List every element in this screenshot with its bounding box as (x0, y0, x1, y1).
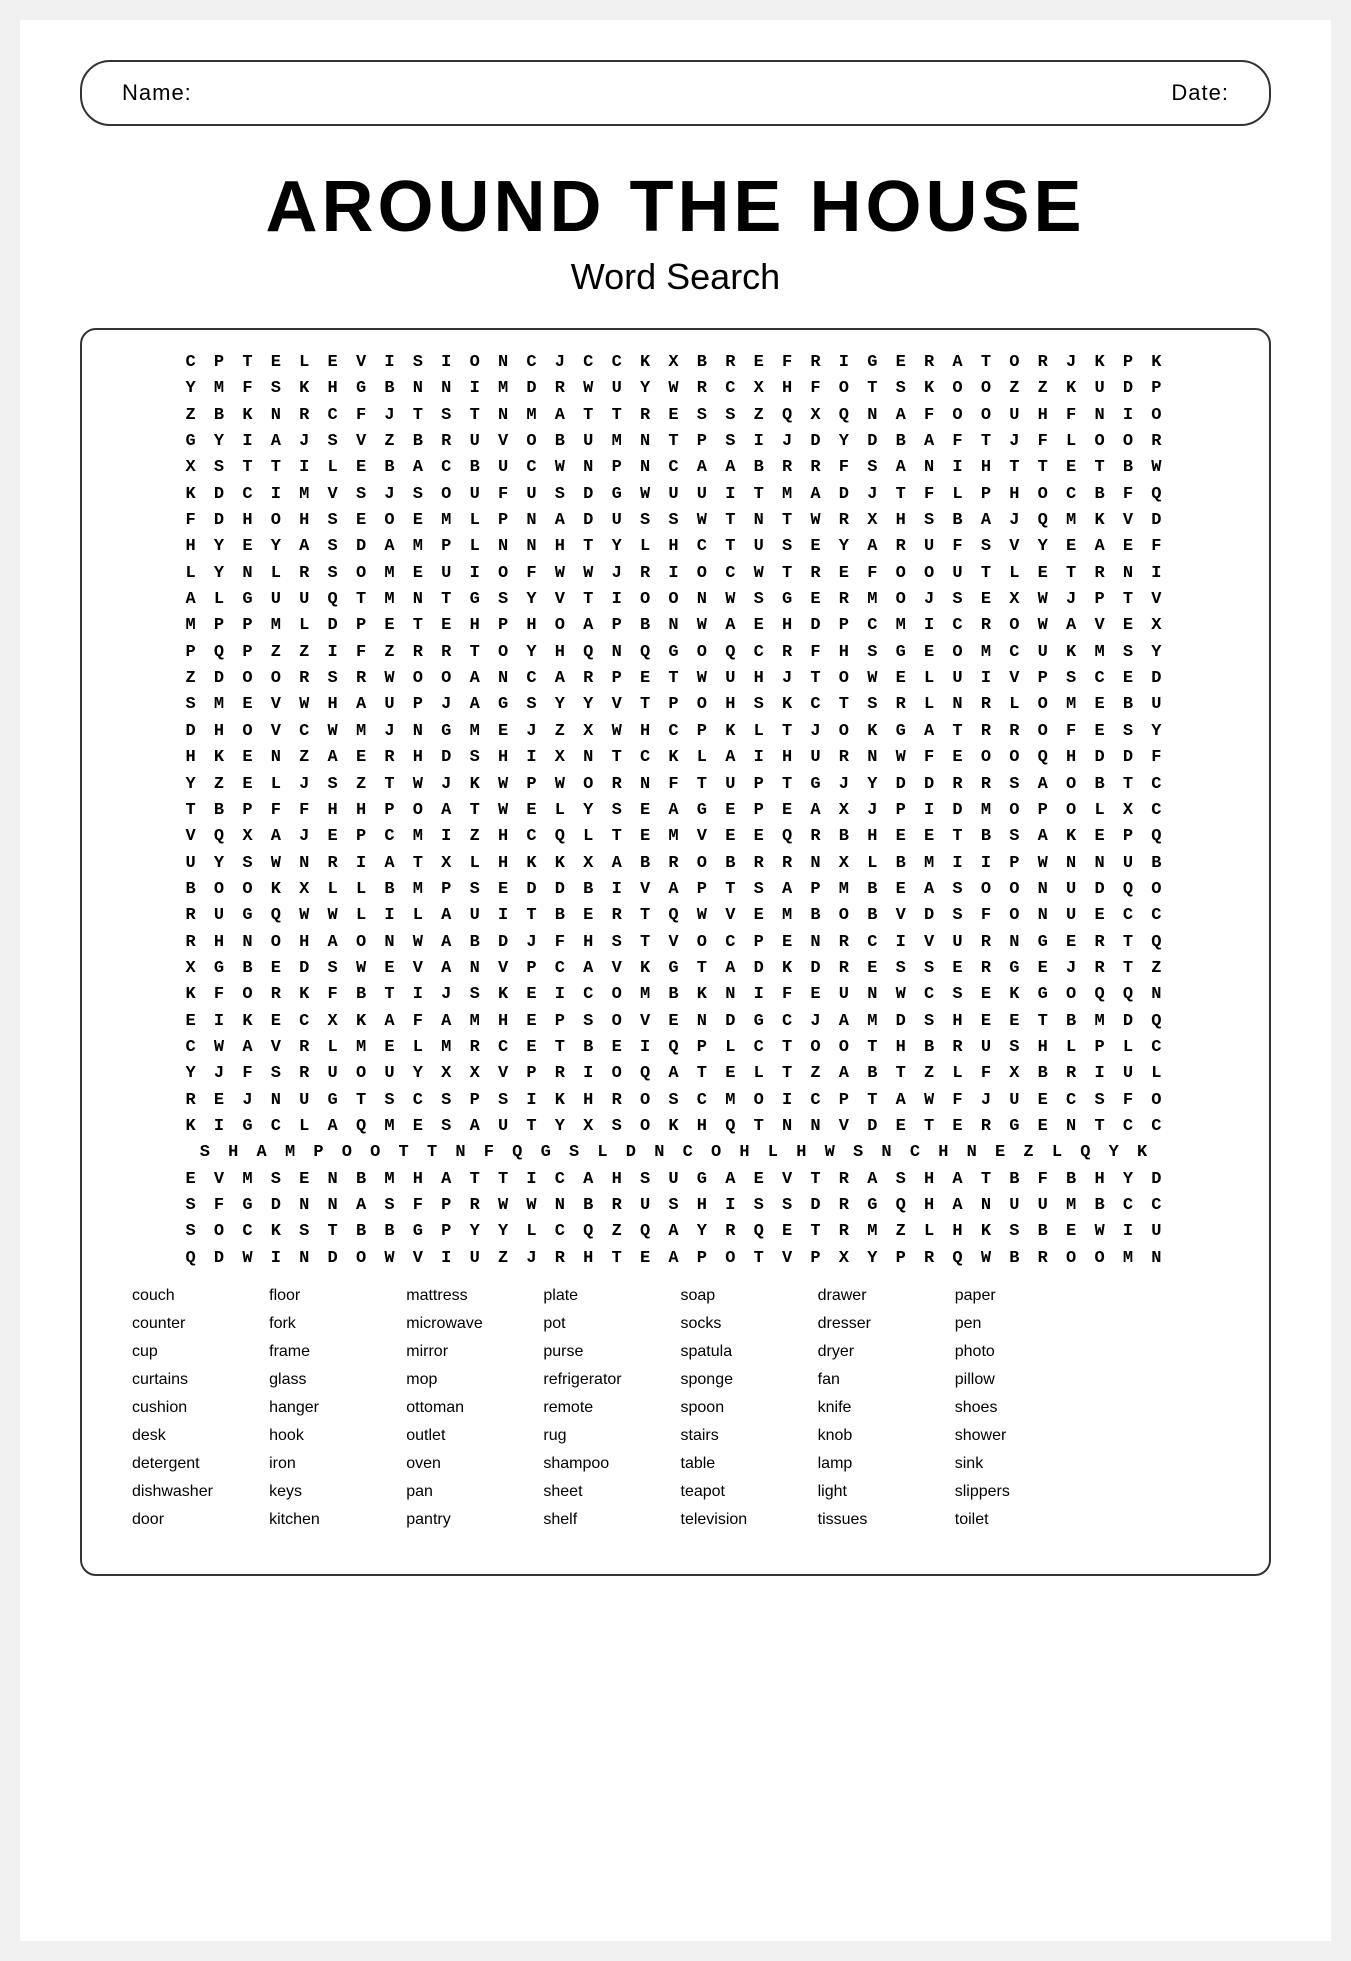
word-column-3: platepotpurserefrigeratorremoterugshampo… (543, 1282, 670, 1534)
date-label: Date: (1171, 80, 1229, 106)
word-item: sheet (543, 1478, 670, 1506)
word-item: television (681, 1506, 808, 1534)
word-item: pillow (955, 1366, 1082, 1394)
word-item: photo (955, 1338, 1082, 1366)
main-title: Around The House (80, 166, 1271, 248)
word-item: mop (406, 1366, 533, 1394)
word-item: ottoman (406, 1394, 533, 1422)
header-box: Name: Date: (80, 60, 1271, 126)
word-item: purse (543, 1338, 670, 1366)
word-item: pantry (406, 1506, 533, 1534)
word-grid: C P T E L E V I S I O N C J C C K X B R … (112, 350, 1239, 1272)
word-item: curtains (132, 1366, 259, 1394)
word-item: stairs (681, 1422, 808, 1450)
word-item: table (681, 1450, 808, 1478)
word-item: mattress (406, 1282, 533, 1310)
word-item: pot (543, 1310, 670, 1338)
word-item: plate (543, 1282, 670, 1310)
word-item: detergent (132, 1450, 259, 1478)
word-item: shelf (543, 1506, 670, 1534)
word-item: oven (406, 1450, 533, 1478)
sub-title: Word Search (80, 256, 1271, 298)
word-column-5: drawerdresserdryerfanknifeknoblamplightt… (818, 1282, 945, 1534)
word-item: cushion (132, 1394, 259, 1422)
word-item: couch (132, 1282, 259, 1310)
word-item: pan (406, 1478, 533, 1506)
word-column-1: floorforkframeglasshangerhookironkeyskit… (269, 1282, 396, 1534)
word-column-0: couchcountercupcurtainscushiondeskdeterg… (132, 1282, 259, 1534)
title-section: Around The House Word Search (80, 166, 1271, 298)
word-item: fork (269, 1310, 396, 1338)
word-item: rug (543, 1422, 670, 1450)
word-item: cup (132, 1338, 259, 1366)
word-item: refrigerator (543, 1366, 670, 1394)
word-item: slippers (955, 1478, 1082, 1506)
word-item: shower (955, 1422, 1082, 1450)
word-item: knife (818, 1394, 945, 1422)
word-item: outlet (406, 1422, 533, 1450)
word-item: floor (269, 1282, 396, 1310)
word-item: hanger (269, 1394, 396, 1422)
word-column-4: soapsocksspatulaspongespoonstairstablete… (681, 1282, 808, 1534)
word-item: shampoo (543, 1450, 670, 1478)
word-item: hook (269, 1422, 396, 1450)
puzzle-container: C P T E L E V I S I O N C J C C K X B R … (80, 328, 1271, 1576)
word-list-section: couchcountercupcurtainscushiondeskdeterg… (112, 1272, 1239, 1554)
word-item: keys (269, 1478, 396, 1506)
word-item: teapot (681, 1478, 808, 1506)
word-column-2: mattressmicrowavemirrormopottomanoutleto… (406, 1282, 533, 1534)
word-item: drawer (818, 1282, 945, 1310)
word-item: remote (543, 1394, 670, 1422)
page: Name: Date: Around The House Word Search… (20, 20, 1331, 1941)
word-item: spatula (681, 1338, 808, 1366)
word-item: glass (269, 1366, 396, 1394)
word-item: sponge (681, 1366, 808, 1394)
word-item: socks (681, 1310, 808, 1338)
word-item: pen (955, 1310, 1082, 1338)
word-item: desk (132, 1422, 259, 1450)
word-item: dryer (818, 1338, 945, 1366)
word-column-6: paperpenphotopillowshoesshowersinkslippe… (955, 1282, 1082, 1534)
word-item: dishwasher (132, 1478, 259, 1506)
word-item: iron (269, 1450, 396, 1478)
word-item: soap (681, 1282, 808, 1310)
word-item: frame (269, 1338, 396, 1366)
word-item: knob (818, 1422, 945, 1450)
word-item: toilet (955, 1506, 1082, 1534)
word-item: lamp (818, 1450, 945, 1478)
word-item: dresser (818, 1310, 945, 1338)
word-item: kitchen (269, 1506, 396, 1534)
word-item: spoon (681, 1394, 808, 1422)
word-item: fan (818, 1366, 945, 1394)
word-item: door (132, 1506, 259, 1534)
word-item: shoes (955, 1394, 1082, 1422)
word-item: microwave (406, 1310, 533, 1338)
word-item: sink (955, 1450, 1082, 1478)
word-item: light (818, 1478, 945, 1506)
name-label: Name: (122, 80, 192, 106)
word-item: counter (132, 1310, 259, 1338)
word-item: mirror (406, 1338, 533, 1366)
word-item: paper (955, 1282, 1082, 1310)
word-item: tissues (818, 1506, 945, 1534)
